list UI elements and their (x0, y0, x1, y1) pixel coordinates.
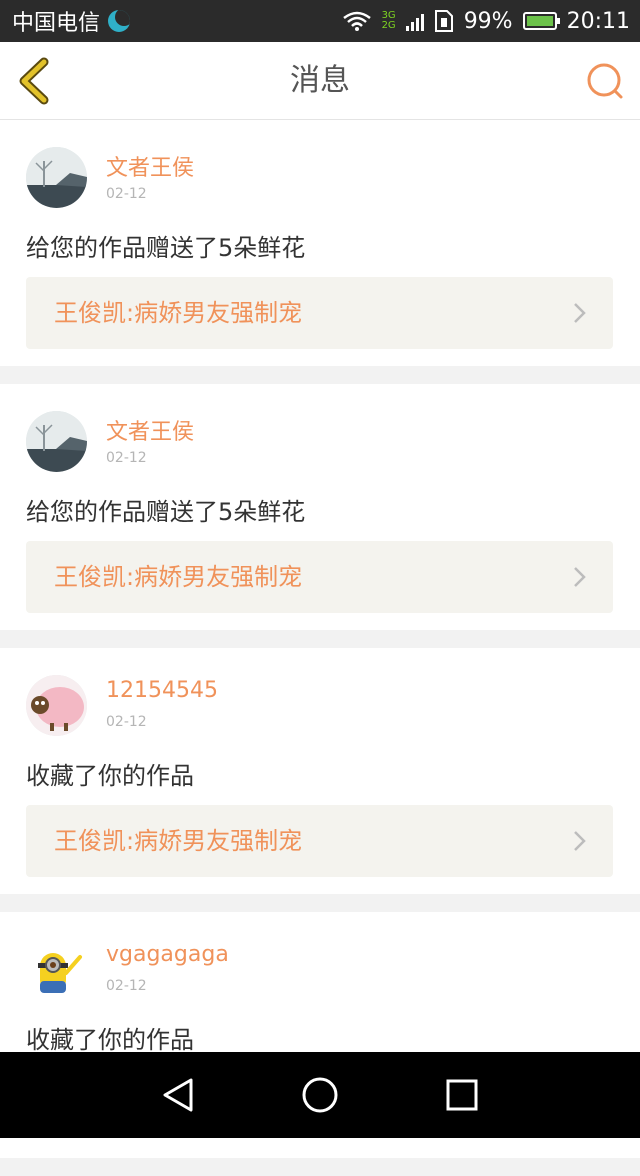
work-title: 王俊凯:病娇男友强制宠 (54, 563, 303, 591)
work-title: 王俊凯:病娇男友强制宠 (54, 827, 303, 855)
chevron-right-icon (574, 567, 586, 587)
status-bar: 中国电信 3G 2G 99% 20:11 (0, 0, 640, 42)
moon-icon (108, 10, 131, 32)
landscape-avatar[interactable] (26, 411, 87, 472)
message-card: 文者王侯 02-12 给您的作品赠送了5朵鲜花 王俊凯:病娇男友强制宠 (0, 384, 640, 630)
message-date: 02-12 (106, 978, 147, 994)
message-card: 文者王侯 02-12 给您的作品赠送了5朵鲜花 王俊凯:病娇男友强制宠 (0, 120, 640, 366)
message-text: 给您的作品赠送了5朵鲜花 (26, 234, 306, 262)
network-type: 3G 2G (381, 10, 396, 31)
message-text: 给您的作品赠送了5朵鲜花 (26, 498, 306, 526)
landscape-avatar[interactable] (26, 147, 87, 208)
home-circle-icon[interactable] (297, 1072, 343, 1118)
battery-percent: 99% (463, 8, 513, 34)
message-card: 12154545 02-12 收藏了你的作品 王俊凯:病娇男友强制宠 (0, 648, 640, 894)
chevron-right-icon (574, 303, 586, 323)
message-text: 收藏了你的作品 (26, 762, 194, 790)
recent-apps-icon[interactable] (439, 1072, 485, 1118)
clock: 20:11 (566, 8, 630, 34)
work-title: 王俊凯:病娇男友强制宠 (54, 299, 303, 327)
username[interactable]: 文者王侯 (106, 150, 194, 182)
message-text: 收藏了你的作品 (26, 1026, 194, 1054)
message-date: 02-12 (106, 450, 147, 466)
battery-icon (522, 12, 560, 30)
work-link[interactable]: 王俊凯:病娇男友强制宠 (26, 541, 613, 613)
wifi-icon (342, 11, 371, 31)
page-title: 消息 (290, 63, 350, 98)
sim-icon (434, 10, 453, 32)
signal-icon (405, 11, 424, 31)
work-link[interactable]: 王俊凯:病娇男友强制宠 (26, 805, 613, 877)
sheep-avatar[interactable] (26, 675, 87, 736)
message-list: 文者王侯 02-12 给您的作品赠送了5朵鲜花 王俊凯:病娇男友强制宠 文者王侯… (0, 120, 640, 1176)
message-date: 02-12 (106, 186, 147, 202)
header: 消息 (0, 42, 640, 120)
carrier-label: 中国电信 (12, 11, 101, 36)
minion-avatar[interactable] (26, 939, 87, 1000)
username[interactable]: 12154545 (106, 678, 218, 703)
chevron-right-icon (574, 831, 586, 851)
navigation-bar (0, 1052, 640, 1138)
search-icon[interactable] (584, 60, 626, 102)
work-link[interactable]: 王俊凯:病娇男友强制宠 (26, 277, 613, 349)
back-triangle-icon[interactable] (155, 1072, 201, 1118)
message-date: 02-12 (106, 714, 147, 730)
username[interactable]: vgagagaga (106, 942, 229, 967)
username[interactable]: 文者王侯 (106, 414, 194, 446)
